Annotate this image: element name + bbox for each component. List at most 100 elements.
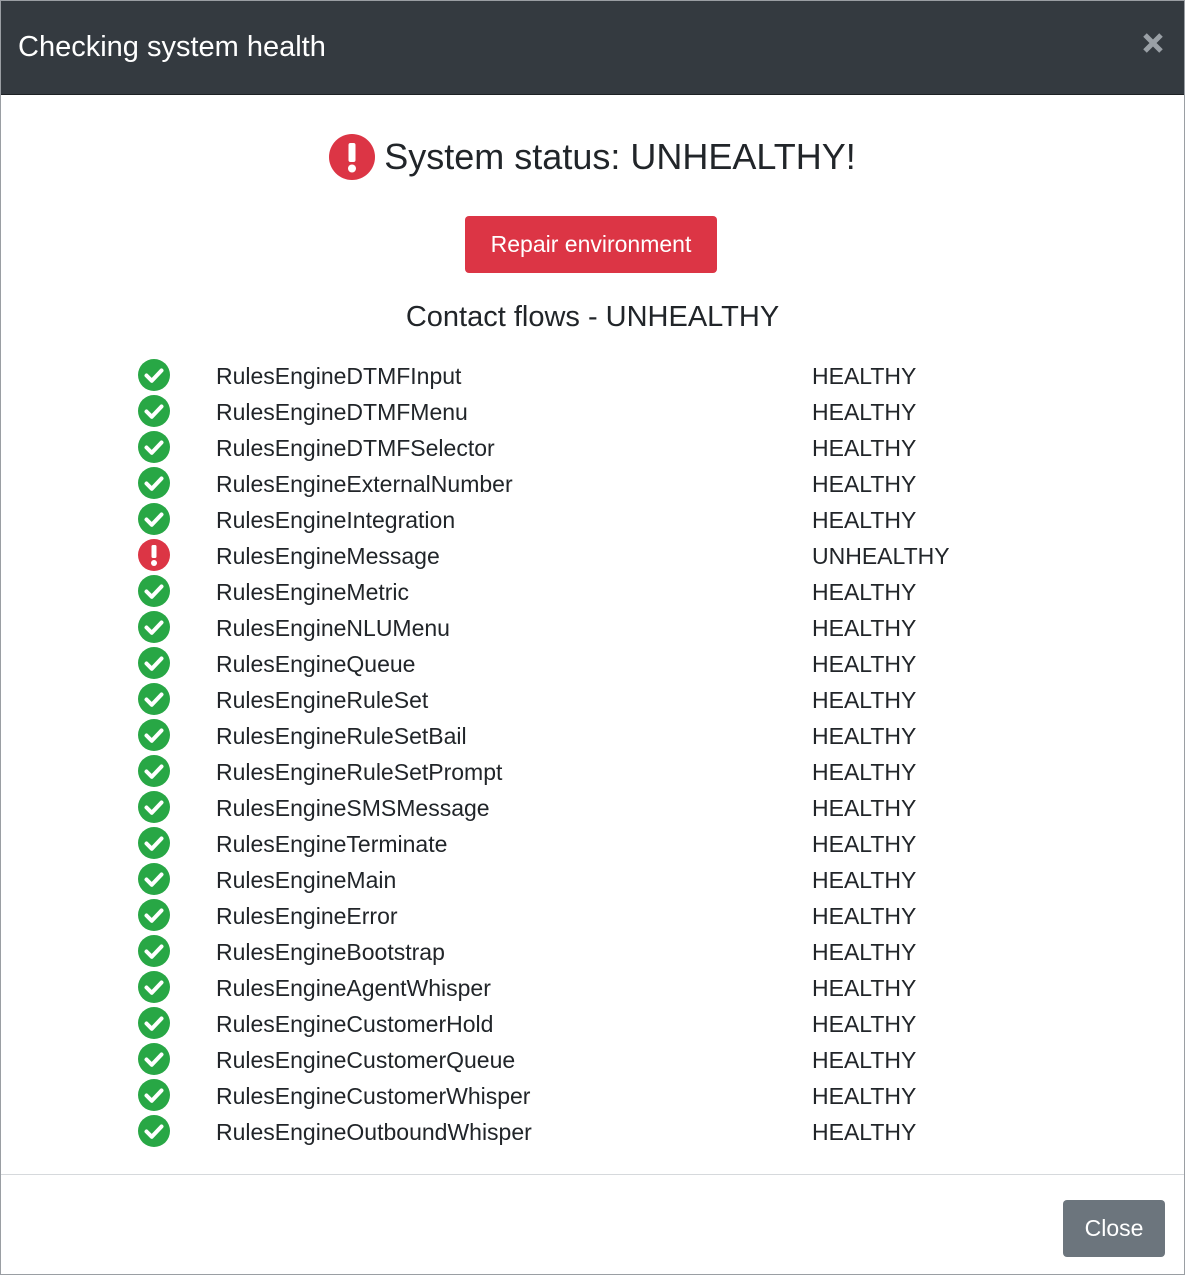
flow-status: HEALTHY (812, 1047, 917, 1073)
flow-status: HEALTHY (812, 579, 917, 605)
check-circle-icon (138, 791, 170, 823)
check-circle-icon (138, 827, 170, 859)
flow-row: RulesEngineDTMFInput HEALTHY (1, 357, 1184, 393)
check-circle-icon (138, 1043, 170, 1075)
flow-status: HEALTHY (812, 795, 917, 821)
system-status-text: System status: UNHEALTHY! (384, 136, 856, 177)
check-circle-icon (138, 1079, 170, 1111)
check-circle-icon (138, 935, 170, 967)
flow-status: HEALTHY (812, 507, 917, 533)
flow-status: HEALTHY (812, 435, 917, 461)
modal-header: Checking system health (1, 1, 1184, 95)
flow-status: HEALTHY (812, 723, 917, 749)
check-circle-icon (138, 971, 170, 1003)
check-circle-icon (138, 1007, 170, 1039)
flow-name: RulesEngineDTMFMenu (216, 399, 468, 425)
repair-environment-button[interactable]: Repair environment (465, 216, 717, 273)
flow-status: HEALTHY (812, 939, 917, 965)
flow-name: RulesEngineBootstrap (216, 939, 445, 965)
flow-name: RulesEngineExternalNumber (216, 471, 513, 497)
flow-row: RulesEngineCustomerWhisper HEALTHY (1, 1077, 1184, 1113)
check-circle-icon (138, 611, 170, 643)
flow-name: RulesEngineCustomerHold (216, 1011, 494, 1037)
flow-status: HEALTHY (812, 975, 917, 1001)
flow-name: RulesEngineOutboundWhisper (216, 1119, 532, 1145)
check-circle-icon (138, 359, 170, 391)
check-circle-icon (138, 755, 170, 787)
flow-name: RulesEngineIntegration (216, 507, 456, 533)
check-circle-icon (138, 395, 170, 427)
system-status: System status: UNHEALTHY! (1, 131, 1184, 183)
flow-row: RulesEngineOutboundWhisper HEALTHY (1, 1113, 1184, 1149)
flow-row: RulesEngineMessage UNHEALTHY (1, 537, 1184, 573)
flow-row: RulesEngineRuleSetBail HEALTHY (1, 717, 1184, 753)
flow-name: RulesEngineCustomerWhisper (216, 1083, 531, 1109)
flow-row: RulesEngineAgentWhisper HEALTHY (1, 969, 1184, 1005)
flow-status: HEALTHY (812, 903, 917, 929)
flow-status: HEALTHY (812, 399, 917, 425)
flow-name: RulesEngineRuleSetBail (216, 723, 467, 749)
flow-status: HEALTHY (812, 687, 917, 713)
check-circle-icon (138, 683, 170, 715)
check-circle-icon (138, 467, 170, 499)
flow-name: RulesEngineRuleSet (216, 687, 429, 713)
flow-name: RulesEngineMessage (216, 543, 440, 569)
flow-row: RulesEngineQueue HEALTHY (1, 645, 1184, 681)
contact-flows-list: RulesEngineDTMFInput HEALTHY RulesEngineDT… (1, 357, 1184, 1149)
flow-name: RulesEngineRuleSetPrompt (216, 759, 503, 785)
check-circle-icon (138, 503, 170, 535)
flow-status: HEALTHY (812, 651, 917, 677)
flow-status: HEALTHY (812, 1011, 917, 1037)
check-circle-icon (138, 863, 170, 895)
contact-flows-title: Contact flows - UNHEALTHY (405, 301, 780, 333)
flow-row: RulesEngineTerminate HEALTHY (1, 825, 1184, 861)
close-icon[interactable] (1141, 31, 1165, 55)
flow-row: RulesEngineNLUMenu HEALTHY (1, 609, 1184, 645)
flow-name: RulesEngineDTMFInput (216, 363, 462, 389)
flow-row: RulesEngineExternalNumber HEALTHY (1, 465, 1184, 501)
flow-status: HEALTHY (812, 759, 917, 785)
check-circle-icon (138, 899, 170, 931)
flow-status: HEALTHY (812, 363, 917, 389)
flow-row: RulesEngineRuleSetPrompt HEALTHY (1, 753, 1184, 789)
flow-name: RulesEngineQueue (216, 651, 416, 677)
close-button[interactable]: Close (1063, 1200, 1165, 1257)
check-circle-icon (138, 647, 170, 679)
check-circle-icon (138, 431, 170, 463)
flow-status: HEALTHY (812, 1083, 917, 1109)
exclamation-circle-icon (138, 539, 170, 571)
flow-row: RulesEngineError HEALTHY (1, 897, 1184, 933)
flow-name: RulesEngineCustomerQueue (216, 1047, 516, 1073)
check-circle-icon (138, 575, 170, 607)
flow-name: RulesEngineTerminate (216, 831, 448, 857)
footer-divider (1, 1174, 1184, 1175)
flow-name: RulesEngineError (216, 903, 398, 929)
flow-status: HEALTHY (812, 471, 917, 497)
check-circle-icon (138, 1115, 170, 1147)
flow-row: RulesEngineMain HEALTHY (1, 861, 1184, 897)
flow-row: RulesEngineCustomerHold HEALTHY (1, 1005, 1184, 1041)
health-check-modal: Checking system health System status: UN… (0, 0, 1185, 1275)
flow-row: RulesEngineDTMFMenu HEALTHY (1, 393, 1184, 429)
flow-row: RulesEngineSMSMessage HEALTHY (1, 789, 1184, 825)
flow-status: HEALTHY (812, 1119, 917, 1145)
flow-row: RulesEngineDTMFSelector HEALTHY (1, 429, 1184, 465)
flow-name: RulesEngineAgentWhisper (216, 975, 491, 1001)
flow-row: RulesEngineCustomerQueue HEALTHY (1, 1041, 1184, 1077)
flow-name: RulesEngineNLUMenu (216, 615, 450, 641)
modal-title: Checking system health (18, 31, 326, 63)
flow-status: HEALTHY (812, 867, 917, 893)
flow-name: RulesEngineDTMFSelector (216, 435, 495, 461)
flow-row: RulesEngineRuleSet HEALTHY (1, 681, 1184, 717)
flow-row: RulesEngineMetric HEALTHY (1, 573, 1184, 609)
flow-name: RulesEngineMain (216, 867, 397, 893)
exclamation-circle-icon (329, 134, 376, 180)
flow-row: RulesEngineBootstrap HEALTHY (1, 933, 1184, 969)
flow-status: UNHEALTHY (812, 543, 950, 569)
flow-name: RulesEngineSMSMessage (216, 795, 490, 821)
flow-name: RulesEngineMetric (216, 579, 410, 605)
flow-row: RulesEngineIntegration HEALTHY (1, 501, 1184, 537)
check-circle-icon (138, 719, 170, 751)
flow-status: HEALTHY (812, 615, 917, 641)
flow-status: HEALTHY (812, 831, 917, 857)
